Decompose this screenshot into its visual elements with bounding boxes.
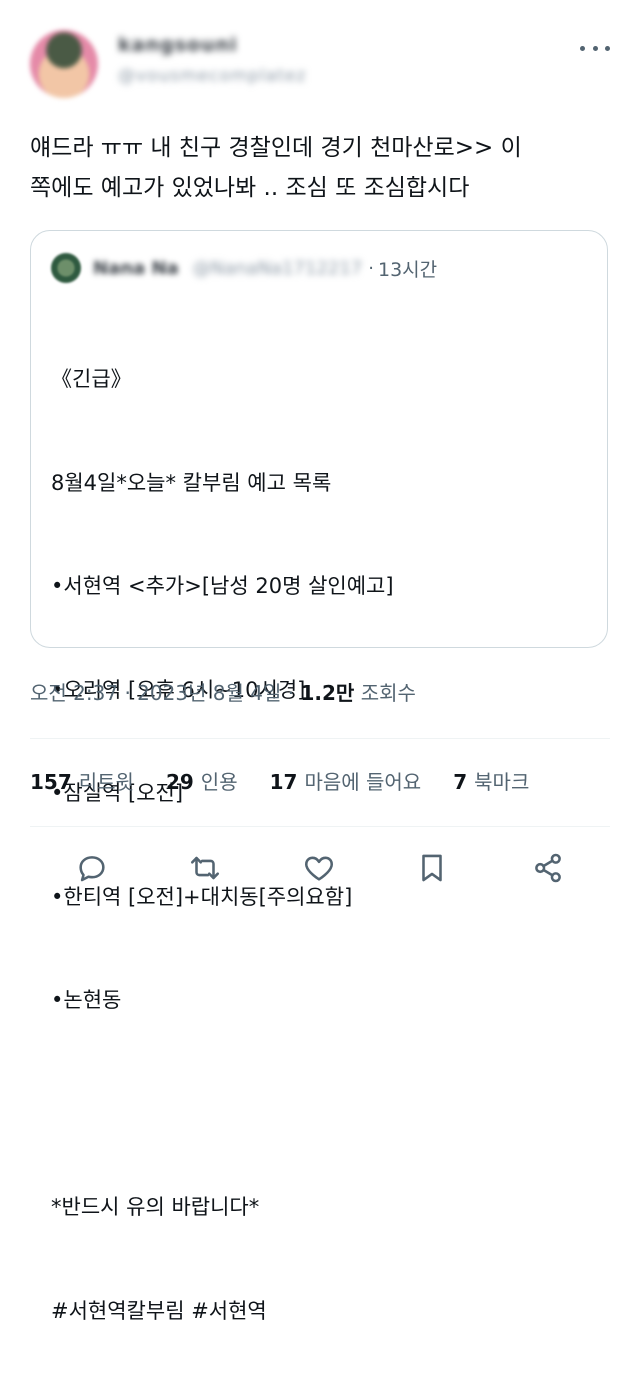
quoted-line: *반드시 유의 바랍니다* bbox=[51, 1195, 260, 1219]
author-avatar[interactable] bbox=[30, 30, 98, 98]
retweet-button[interactable] bbox=[183, 846, 227, 890]
action-bar bbox=[70, 846, 570, 890]
more-options-icon[interactable] bbox=[580, 40, 610, 56]
quoted-hashtags[interactable]: #서현역칼부림 #서현역 bbox=[51, 1294, 581, 1329]
quoted-author-handle: @NanaNa1712217 bbox=[192, 257, 363, 279]
tweet-meta: 오전 2:37 · 2023년 8월 4일 · 1.2만 조회수 bbox=[30, 677, 416, 706]
separator-dot: · bbox=[368, 257, 374, 279]
tweet-text: 얘드라 ㅠㅠ 내 친구 경찰인데 경기 천마산로>> 이 쪽에도 예고가 있었나… bbox=[30, 135, 522, 201]
tweet-date[interactable]: 2023년 8월 4일 bbox=[137, 681, 281, 705]
quotes-count: 29 bbox=[165, 770, 194, 794]
author-display-name[interactable]: kangsouni bbox=[118, 34, 306, 56]
quoted-line: 《긴급》 bbox=[51, 367, 132, 391]
quoted-tweet-time: 13시간 bbox=[377, 258, 438, 281]
quoted-tweet-header: Nana Na @NanaNa1712217 · 13시간 bbox=[51, 253, 437, 283]
like-button[interactable] bbox=[297, 846, 341, 890]
bookmarks-stat[interactable]: 7 북마크 bbox=[453, 766, 529, 795]
tweet-header: kangsouni @vousmecomplatez bbox=[30, 28, 610, 108]
retweet-icon bbox=[190, 856, 220, 880]
reply-button[interactable] bbox=[70, 846, 114, 890]
separator-dot: · bbox=[287, 681, 295, 705]
bookmark-button[interactable] bbox=[410, 846, 454, 890]
quoted-author-display-name: Nana Na bbox=[93, 257, 179, 279]
like-icon bbox=[305, 856, 333, 881]
likes-count: 17 bbox=[269, 770, 298, 794]
divider bbox=[30, 738, 610, 739]
views-label: 조회수 bbox=[360, 681, 416, 705]
retweets-count: 157 bbox=[30, 770, 72, 794]
tweet-time[interactable]: 오전 2:37 bbox=[30, 681, 118, 705]
likes-label: 마음에 들어요 bbox=[304, 770, 422, 794]
likes-stat[interactable]: 17 마음에 들어요 bbox=[270, 766, 422, 795]
tweet-stats: 157 리트윗 29 인용 17 마음에 들어요 7 북마크 bbox=[30, 766, 561, 795]
share-icon bbox=[535, 853, 561, 883]
quoted-author-avatar bbox=[51, 253, 81, 283]
divider bbox=[30, 826, 610, 827]
quoted-tweet-body: 《긴급》 8월4일*오늘* 칼부림 예고 목록 •서현역 <추가>[남성 20명… bbox=[51, 293, 581, 1397]
quoted-line-blank bbox=[51, 1087, 581, 1122]
quotes-label: 인용 bbox=[200, 770, 238, 794]
author-handle[interactable]: @vousmecomplatez bbox=[118, 66, 306, 86]
quoted-line: •논현동 bbox=[51, 988, 122, 1012]
quoted-line: 8월4일*오늘* 칼부림 예고 목록 bbox=[51, 470, 332, 495]
bookmark-icon bbox=[422, 854, 442, 882]
bookmarks-count: 7 bbox=[453, 770, 468, 794]
reply-icon bbox=[79, 856, 105, 882]
quotes-stat[interactable]: 29 인용 bbox=[166, 766, 238, 795]
quoted-tweet[interactable]: Nana Na @NanaNa1712217 · 13시간 《긴급》 8월4일*… bbox=[30, 230, 608, 1323]
bookmarks-label: 북마크 bbox=[474, 770, 530, 794]
retweets-label: 리트윗 bbox=[78, 770, 134, 794]
retweets-stat[interactable]: 157 리트윗 bbox=[30, 766, 134, 795]
views-count: 1.2만 bbox=[300, 681, 355, 705]
share-button[interactable] bbox=[526, 846, 570, 890]
quoted-line: •서현역 <추가>[남성 20명 살인예고] bbox=[51, 574, 394, 598]
separator-dot: · bbox=[124, 681, 131, 705]
author-names[interactable]: kangsouni @vousmecomplatez bbox=[118, 34, 306, 86]
